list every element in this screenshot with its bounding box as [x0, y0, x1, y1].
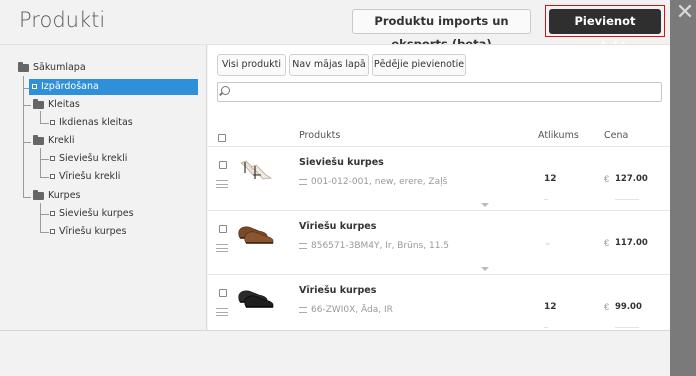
leaf-icon — [50, 229, 55, 234]
search-icon — [221, 86, 230, 95]
currency-symbol: € — [604, 174, 610, 184]
table-header: Produkts Atlikums Cena — [208, 124, 670, 147]
tree-item-label: Ikdienas kleitas — [59, 117, 133, 128]
row-checkbox[interactable] — [219, 161, 227, 169]
product-name[interactable]: Vīriešu kurpes — [299, 285, 376, 296]
folder-icon — [33, 189, 44, 200]
tree-item-sale[interactable]: Izpārdošana — [29, 79, 198, 95]
product-meta-text: 856571-3BM4Y, Ir, Brūns, 11.5 — [311, 241, 450, 251]
price-value: 99.00 — [615, 302, 642, 312]
product-meta: 66-ZWI0X, Āda, IR — [299, 305, 393, 315]
expand-chevron-icon[interactable] — [481, 203, 489, 207]
currency-symbol: € — [604, 238, 610, 248]
column-price[interactable]: Cena — [604, 130, 628, 141]
table-row[interactable]: Vīriešu kurpes 856571-3BM4Y, Ir, Brūns, … — [208, 211, 670, 275]
product-meta-text: 001-012-001, new, erere, Zaļš — [311, 177, 448, 187]
tree-item-mens-shirts[interactable]: Vīriešu krekli — [50, 169, 120, 185]
leaf-icon — [32, 84, 37, 89]
select-all-checkbox[interactable] — [218, 134, 226, 142]
product-name[interactable]: Sieviešu kurpes — [299, 157, 384, 168]
product-meta-text: 66-ZWI0X, Āda, IR — [311, 305, 393, 315]
tree-item-label: Vīriešu krekli — [59, 171, 121, 182]
category-tree: Sākumlapa Izpārdošana Kleitas Ikdienas k… — [0, 45, 207, 330]
variants-icon — [299, 242, 307, 249]
stock-value: 12 — [544, 302, 557, 312]
tree-line — [23, 105, 31, 106]
tree-line — [40, 203, 41, 232]
folder-icon — [18, 61, 29, 72]
page-title: Produkti — [19, 8, 106, 32]
divider — [615, 327, 639, 328]
currency-symbol: € — [604, 302, 610, 312]
brown-shoes-image — [238, 226, 274, 244]
expand-chevron-icon[interactable] — [481, 267, 489, 271]
tab-recently-added[interactable]: Pēdējie pievienotie — [372, 54, 466, 76]
tree-item-shirts[interactable]: Krekli — [33, 133, 75, 149]
product-name[interactable]: Vīriešu kurpes — [299, 221, 376, 232]
women-heels-image — [240, 160, 273, 180]
divider — [544, 199, 548, 200]
stock-placeholder: ⌄ — [544, 237, 552, 247]
drag-handle-icon[interactable] — [216, 244, 228, 252]
drag-handle-icon[interactable] — [216, 308, 228, 316]
variants-icon — [299, 306, 307, 313]
tree-item-womens-shirts[interactable]: Sieviešu krekli — [50, 151, 127, 167]
tab-not-on-site[interactable]: Nav mājas lapā — [289, 54, 369, 76]
tree-line — [23, 76, 24, 197]
search-input[interactable] — [234, 85, 654, 99]
price-value: 117.00 — [615, 238, 648, 248]
tree-line — [40, 123, 49, 124]
tree-item-label: Kleitas — [48, 99, 80, 110]
tree-line — [23, 142, 31, 143]
close-icon[interactable]: ✕ — [674, 2, 696, 24]
divider — [544, 327, 548, 328]
row-checkbox[interactable] — [219, 289, 227, 297]
product-meta: 001-012-001, new, erere, Zaļš — [299, 177, 447, 187]
tree-line — [40, 214, 49, 215]
row-checkbox[interactable] — [219, 225, 227, 233]
variants-icon — [299, 178, 307, 185]
drag-handle-icon[interactable] — [216, 180, 228, 188]
tree-item-label: Kurpes — [48, 190, 81, 201]
stock-value: 12 — [544, 174, 557, 184]
tree-item-root[interactable]: Sākumlapa — [18, 60, 86, 76]
tree-line — [40, 177, 49, 178]
tree-item-shoes[interactable]: Kurpes — [33, 188, 81, 204]
tree-item-label: Sākumlapa — [33, 62, 86, 73]
price-value: 127.00 — [615, 174, 648, 184]
add-product-button[interactable]: Pievienot produktu — [549, 9, 661, 53]
column-stock[interactable]: Atlikums — [538, 130, 579, 141]
tree-line — [40, 232, 49, 233]
folder-icon — [33, 98, 44, 109]
product-list-panel: Visi produkti Nav mājas lapā Pēdējie pie… — [208, 45, 670, 339]
folder-icon — [33, 134, 44, 145]
column-product[interactable]: Produkts — [299, 130, 340, 141]
tree-item-label: Izpārdošana — [41, 81, 99, 92]
product-meta: 856571-3BM4Y, Ir, Brūns, 11.5 — [299, 241, 449, 251]
tree-line — [40, 148, 41, 177]
tree-item-daily-dresses[interactable]: Ikdienas kleitas — [50, 115, 133, 131]
tree-line — [40, 159, 49, 160]
import-export-button[interactable]: Produktu imports un eksports (beta) — [352, 9, 531, 51]
tree-line — [23, 197, 31, 198]
table-row[interactable]: Sieviešu kurpes 001-012-001, new, erere,… — [208, 147, 670, 211]
leaf-icon — [50, 156, 55, 161]
tree-item-mens-shoes[interactable]: Vīriešu kurpes — [50, 224, 126, 240]
search-field[interactable] — [217, 82, 662, 102]
tab-all-products[interactable]: Visi produkti — [217, 54, 286, 76]
leaf-icon — [50, 211, 55, 216]
leaf-icon — [50, 174, 55, 179]
leaf-icon — [50, 120, 55, 125]
modal-footer — [0, 330, 670, 376]
modal-header: Produkti Produktu imports un eksports (b… — [0, 0, 670, 53]
tree-item-label: Krekli — [48, 135, 75, 146]
tree-item-label: Vīriešu kurpes — [59, 226, 127, 237]
divider — [615, 199, 639, 200]
tree-item-dresses[interactable]: Kleitas — [33, 97, 80, 113]
tree-item-label: Sieviešu kurpes — [59, 208, 134, 219]
products-modal: Produkti Produktu imports un eksports (b… — [0, 0, 670, 376]
tree-item-womens-shoes[interactable]: Sieviešu kurpes — [50, 206, 134, 222]
tree-item-label: Sieviešu krekli — [59, 153, 128, 164]
black-shoes-image — [238, 290, 274, 308]
